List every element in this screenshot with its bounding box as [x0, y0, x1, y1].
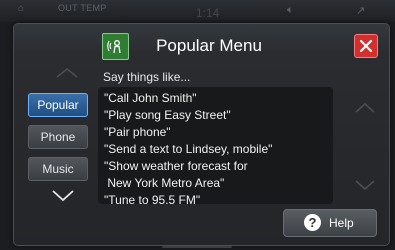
status-bar: ⌂ OUT TEMP 1:14 🔈︎ ↗	[0, 0, 395, 22]
phrase-item: New York Metro Area"	[104, 176, 225, 190]
phrase-item: "Show weather forecast for	[104, 159, 248, 173]
prompt-label: Say things like...	[103, 70, 191, 84]
phrase-list-panel: "Call John Smith" "Play song Easy Street…	[98, 87, 333, 207]
popular-menu-dialog: Popular Menu Popular Phone Music Say thi…	[13, 23, 390, 246]
volume-icon: 🔈︎	[287, 4, 294, 16]
phrase-item: "Call John Smith"	[104, 91, 197, 105]
close-icon	[359, 39, 373, 53]
bottom-handle	[162, 246, 232, 248]
phrase-item: "Tune to 95.5 FM"	[104, 193, 201, 207]
scroll-down-icon[interactable]	[50, 188, 76, 204]
help-icon: ?	[304, 214, 321, 231]
tab-popular[interactable]: Popular	[28, 93, 88, 117]
voice-command-icon	[102, 33, 129, 60]
phrase-list: "Call John Smith" "Play song Easy Street…	[104, 90, 272, 209]
phrase-item: "Pair phone"	[104, 125, 171, 139]
close-button[interactable]	[354, 34, 378, 58]
category-tabs: Popular Phone Music	[28, 93, 90, 189]
phrase-item: "Send a text to Lindsey, mobile"	[104, 142, 273, 156]
clock-time: 1:14	[196, 6, 220, 20]
dialog-title: Popular Menu	[156, 36, 262, 55]
dialog-title-bar: Popular Menu	[14, 24, 389, 68]
phrase-item: "Play song Easy Street"	[104, 108, 231, 122]
home-icon: ⌂	[18, 3, 25, 14]
tab-music[interactable]: Music	[28, 157, 88, 181]
scroll-up-icon[interactable]	[54, 66, 80, 80]
help-label: Help	[329, 216, 354, 230]
outside-temp-label: OUT TEMP	[58, 3, 107, 13]
list-scroll-up-icon[interactable]	[353, 101, 377, 115]
list-scroll-down-icon[interactable]	[353, 178, 377, 192]
help-button[interactable]: ? Help	[283, 209, 377, 237]
arrow-icon: ↗	[356, 5, 366, 17]
tab-phone[interactable]: Phone	[28, 125, 88, 149]
